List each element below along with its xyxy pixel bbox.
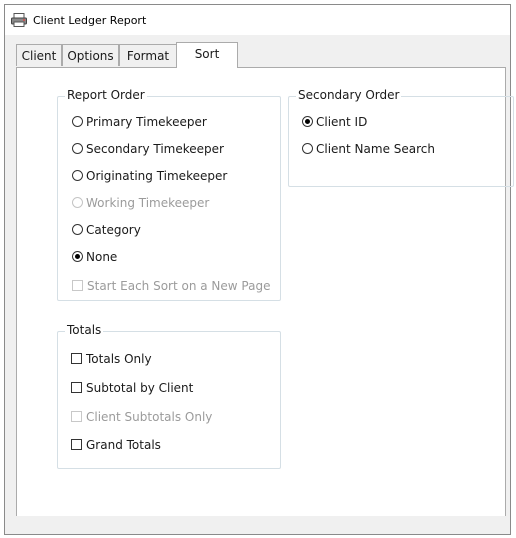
checkbox-label: Start Each Sort on a New Page — [87, 279, 271, 293]
radio-category[interactable]: Category — [72, 221, 141, 239]
radio-button[interactable] — [72, 116, 83, 127]
radio-label: Client ID — [316, 115, 368, 129]
totals-group: Totals Totals Only Subtotal by Client Cl… — [57, 323, 281, 469]
checkbox-totals-only[interactable]: Totals Only — [71, 350, 152, 368]
radio-secondary-timekeeper[interactable]: Secondary Timekeeper — [72, 140, 224, 158]
checkbox[interactable] — [71, 439, 82, 450]
radio-label: Category — [86, 223, 141, 237]
secondary-order-title: Secondary Order — [296, 88, 402, 102]
checkbox-subtotal-by-client[interactable]: Subtotal by Client — [71, 379, 193, 397]
radio-button[interactable] — [72, 251, 83, 262]
radio-originating-timekeeper[interactable]: Originating Timekeeper — [72, 167, 227, 185]
radio-label: None — [86, 250, 118, 264]
tab-format[interactable]: Format — [119, 44, 177, 66]
app-printer-icon — [11, 13, 27, 27]
window-bottom-strip — [5, 516, 510, 534]
title-bar: Client Ledger Report — [5, 5, 510, 35]
checkbox-label: Grand Totals — [86, 438, 161, 452]
radio-label: Client Name Search — [316, 142, 435, 156]
radio-none[interactable]: None — [72, 248, 117, 266]
tab-sort[interactable]: Sort — [176, 42, 238, 68]
radio-button — [72, 197, 83, 208]
report-order-group: Report Order Primary Timekeeper Secondar… — [57, 88, 281, 301]
radio-label: Secondary Timekeeper — [86, 142, 224, 156]
window-title: Client Ledger Report — [33, 14, 147, 27]
checkbox — [71, 411, 82, 422]
checkbox-label: Totals Only — [86, 352, 152, 366]
tab-options[interactable]: Options — [62, 44, 119, 66]
tab-client[interactable]: Client — [16, 44, 62, 66]
radio-button[interactable] — [72, 224, 83, 235]
radio-client-id[interactable]: Client ID — [302, 113, 367, 131]
checkbox-start-new-page: Start Each Sort on a New Page — [72, 277, 270, 295]
checkbox-grand-totals[interactable]: Grand Totals — [71, 436, 161, 454]
radio-button[interactable] — [302, 143, 313, 154]
secondary-order-group: Secondary Order Client ID Client Name Se… — [288, 88, 514, 187]
checkbox — [72, 280, 83, 291]
checkbox-label: Subtotal by Client — [86, 381, 194, 395]
checkbox[interactable] — [71, 382, 82, 393]
radio-label: Primary Timekeeper — [86, 115, 207, 129]
radio-primary-timekeeper[interactable]: Primary Timekeeper — [72, 113, 207, 131]
sort-tab-panel: Report Order Primary Timekeeper Secondar… — [16, 67, 514, 519]
radio-label: Originating Timekeeper — [86, 169, 228, 183]
checkbox-label: Client Subtotals Only — [86, 410, 213, 424]
totals-title: Totals — [65, 323, 104, 337]
radio-client-name-search[interactable]: Client Name Search — [302, 140, 435, 158]
radio-button[interactable] — [72, 170, 83, 181]
radio-button[interactable] — [302, 116, 313, 127]
checkbox-client-subtotals-only: Client Subtotals Only — [71, 408, 212, 426]
report-window: Client Ledger Report Client Options Form… — [4, 4, 514, 535]
report-order-title: Report Order — [65, 88, 147, 102]
radio-working-timekeeper: Working Timekeeper — [72, 194, 209, 212]
radio-button[interactable] — [72, 143, 83, 154]
radio-label: Working Timekeeper — [86, 196, 210, 210]
checkbox[interactable] — [71, 353, 82, 364]
